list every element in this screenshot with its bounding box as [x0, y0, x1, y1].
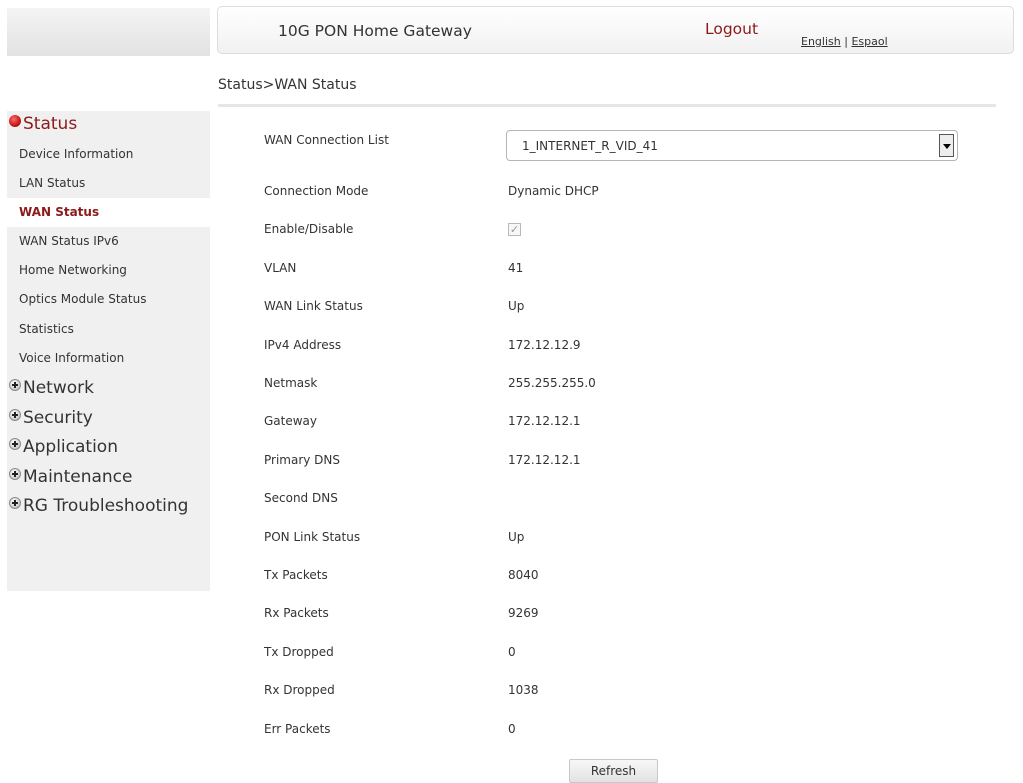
sidebar-category-label: RG Troubleshooting: [23, 496, 189, 516]
field-label-second-dns: Second DNS: [264, 491, 338, 505]
field-value-tx-dropped: 0: [508, 645, 516, 659]
english-link[interactable]: English: [801, 35, 841, 48]
field-value-rx-dropped: 1038: [508, 683, 539, 697]
enable-disable-label: Enable/Disable: [264, 222, 354, 236]
divider: [218, 104, 996, 107]
field-label-wan-link-status: WAN Link Status: [264, 299, 363, 313]
sidebar-item-voice-information[interactable]: Voice Information: [7, 344, 210, 373]
field-label-netmask: Netmask: [264, 376, 318, 390]
logo-area: [7, 8, 210, 56]
breadcrumb: Status>WAN Status: [218, 77, 357, 93]
checkmark-icon: ✓: [509, 223, 520, 236]
sidebar-item-home-networking[interactable]: Home Networking: [7, 256, 210, 285]
collapse-icon: [9, 115, 21, 127]
spanish-link[interactable]: Espaol: [851, 35, 887, 48]
page: 10G PON Home Gateway Logout English | Es…: [0, 0, 1023, 783]
field-value-primary-dns: 172.12.12.1: [508, 453, 581, 467]
sidebar-category-label: Network: [23, 378, 94, 398]
sidebar-category-label: Status: [23, 114, 78, 134]
field-label-primary-dns: Primary DNS: [264, 453, 341, 467]
sidebar-category-security[interactable]: Security: [9, 408, 93, 428]
sidebar-item-wan-status[interactable]: WAN Status: [7, 198, 210, 227]
language-selector: English | Espaol: [801, 35, 888, 48]
wan-connection-list-label: WAN Connection List: [264, 133, 389, 147]
chevron-down-icon[interactable]: [939, 134, 954, 157]
wan-connection-select[interactable]: 1_INTERNET_R_VID_41: [506, 130, 958, 161]
expand-icon: [9, 379, 21, 391]
gateway-title: 10G PON Home Gateway: [278, 22, 472, 40]
expand-icon: [9, 438, 21, 450]
sidebar-item-wan-status-ipv6[interactable]: WAN Status IPv6: [7, 227, 210, 256]
field-value-vlan: 41: [508, 261, 524, 275]
field-label-gateway: Gateway: [264, 414, 318, 428]
sidebar: Status Device Information LAN Status WAN…: [7, 111, 210, 591]
sidebar-item-device-information[interactable]: Device Information: [7, 140, 210, 169]
field-label-rx-packets: Rx Packets: [264, 606, 329, 620]
field-label-rx-dropped: Rx Dropped: [264, 683, 335, 697]
field-value-pon-link-status: Up: [508, 530, 525, 544]
logout-link[interactable]: Logout: [705, 20, 758, 38]
field-label-tx-packets: Tx Packets: [264, 568, 328, 582]
field-value-err-packets: 0: [508, 722, 516, 736]
field-label-err-packets: Err Packets: [264, 722, 331, 736]
field-value-gateway: 172.12.12.1: [508, 414, 581, 428]
field-label-tx-dropped: Tx Dropped: [264, 645, 334, 659]
field-label-ipv4-address: IPv4 Address: [264, 338, 342, 352]
wan-connection-selected-value: 1_INTERNET_R_VID_41: [522, 139, 658, 153]
field-label-connection-mode: Connection Mode: [264, 184, 369, 198]
field-value-tx-packets: 8040: [508, 568, 539, 582]
field-label-vlan: VLAN: [264, 261, 297, 275]
sidebar-category-rg-troubleshooting[interactable]: RG Troubleshooting: [9, 496, 188, 516]
sidebar-category-status[interactable]: Status: [9, 114, 77, 134]
field-value-connection-mode: Dynamic DHCP: [508, 184, 599, 198]
language-separator: |: [844, 35, 848, 48]
field-value-ipv4-address: 172.12.12.9: [508, 338, 581, 352]
header-bar: 10G PON Home Gateway Logout English | Es…: [217, 6, 1014, 54]
sidebar-item-optics-module-status[interactable]: Optics Module Status: [7, 285, 210, 314]
sidebar-category-maintenance[interactable]: Maintenance: [9, 467, 132, 487]
sidebar-category-network[interactable]: Network: [9, 378, 94, 398]
field-value-rx-packets: 9269: [508, 606, 539, 620]
field-value-wan-link-status: Up: [508, 299, 525, 313]
enable-disable-checkbox[interactable]: ✓: [508, 223, 521, 236]
sidebar-category-application[interactable]: Application: [9, 437, 118, 457]
sidebar-category-label: Maintenance: [23, 467, 133, 487]
expand-icon: [9, 468, 21, 480]
expand-icon: [9, 497, 21, 509]
sidebar-item-lan-status[interactable]: LAN Status: [7, 169, 210, 198]
sidebar-item-statistics[interactable]: Statistics: [7, 315, 210, 344]
sidebar-category-label: Security: [23, 408, 93, 428]
refresh-button[interactable]: Refresh: [569, 759, 658, 783]
field-value-netmask: 255.255.255.0: [508, 376, 596, 390]
expand-icon: [9, 409, 21, 421]
sidebar-category-label: Application: [23, 437, 118, 457]
field-label-pon-link-status: PON Link Status: [264, 530, 361, 544]
